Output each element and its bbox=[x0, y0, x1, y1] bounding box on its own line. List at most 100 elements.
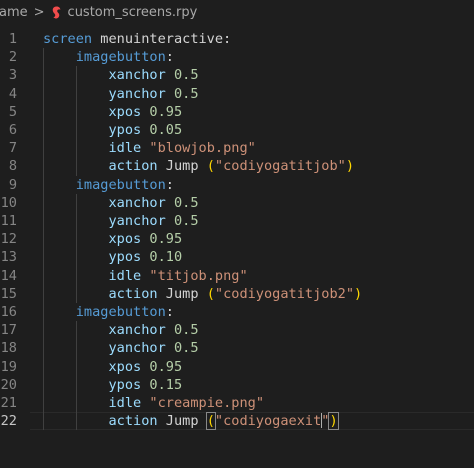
identifier-token: Jump bbox=[157, 413, 207, 430]
breadcrumb-folder[interactable]: ame bbox=[0, 5, 28, 20]
renpy-file-icon bbox=[51, 6, 62, 19]
code-line[interactable]: 12 xpos 0.95 bbox=[0, 230, 474, 249]
property-token: xpos bbox=[108, 231, 142, 248]
breadcrumb: ame > custom_screens.rpy bbox=[0, 0, 474, 24]
identifier-token bbox=[166, 67, 174, 83]
string-token: "titjob.png" bbox=[149, 267, 248, 284]
line-number: 15 bbox=[0, 285, 17, 302]
code-text: xpos 0.95 bbox=[43, 358, 182, 376]
bracket-token: ( bbox=[206, 158, 215, 175]
code-line[interactable]: 13 ypos 0.10 bbox=[0, 248, 474, 267]
indent-guide bbox=[75, 212, 77, 231]
code-line[interactable]: 7 idle "blowjob.png" bbox=[0, 139, 474, 158]
number-token: 0.95 bbox=[149, 358, 183, 375]
indent-guide bbox=[43, 303, 44, 322]
code-line[interactable]: 22 action Jump ("codiyogaexit") bbox=[0, 412, 474, 431]
property-token: yanchor bbox=[108, 213, 166, 229]
indent-guide bbox=[75, 394, 77, 413]
identifier-token bbox=[166, 213, 174, 229]
code-line[interactable]: 19 xpos 0.95 bbox=[0, 357, 474, 376]
property-token: xanchor bbox=[108, 67, 166, 84]
identifier-token: : bbox=[165, 176, 174, 193]
line-number: 9 bbox=[8, 176, 17, 193]
line-number: 6 bbox=[8, 122, 17, 138]
property-token: xanchor bbox=[108, 322, 166, 339]
code-line[interactable]: 5 xpos 0.95 bbox=[0, 102, 474, 121]
code-line[interactable]: 11 yanchor 0.5 bbox=[0, 212, 474, 231]
property-token: xanchor bbox=[108, 194, 166, 211]
indent-guide bbox=[43, 375, 44, 394]
line-number: 16 bbox=[0, 304, 17, 320]
code-text: yanchor 0.5 bbox=[43, 339, 198, 357]
property-token: xpos bbox=[108, 358, 142, 375]
code-line[interactable]: 20 ypos 0.15 bbox=[0, 375, 474, 394]
indent-guide bbox=[75, 375, 77, 394]
property-token: ypos bbox=[108, 122, 142, 138]
code-line[interactable]: 21 idle "creampie.png" bbox=[0, 394, 474, 413]
string-token: "blowjob.png" bbox=[149, 140, 256, 157]
line-number: 17 bbox=[0, 322, 17, 339]
number-token: 0.95 bbox=[149, 103, 183, 120]
number-token: 0.5 bbox=[173, 85, 199, 102]
property-token: action bbox=[108, 413, 158, 430]
property-token: ypos bbox=[108, 249, 142, 266]
indent-guide bbox=[75, 230, 77, 249]
indent-guide bbox=[43, 102, 44, 121]
code-line[interactable]: 6 ypos 0.05 bbox=[0, 121, 474, 140]
code-text: xanchor 0.5 bbox=[43, 321, 198, 339]
code-line[interactable]: 2 imagebutton: bbox=[0, 48, 474, 67]
line-number: 22 bbox=[0, 413, 17, 430]
identifier-token: Jump bbox=[157, 285, 207, 302]
code-line[interactable]: 18 yanchor 0.5 bbox=[0, 339, 474, 358]
code-line[interactable]: 1 screen menuinteractive: bbox=[0, 30, 474, 48]
code-line[interactable]: 10 xanchor 0.5 bbox=[0, 193, 474, 212]
indent-guide bbox=[43, 48, 44, 67]
code-text: xpos 0.95 bbox=[43, 230, 182, 248]
line-number: 18 bbox=[0, 340, 17, 357]
line-number: 12 bbox=[0, 231, 17, 248]
indent-guide bbox=[75, 266, 77, 285]
line-number: 4 bbox=[8, 85, 17, 102]
keyword-token: imagebutton bbox=[75, 49, 166, 66]
code-text: action Jump ("codiyogaexit") bbox=[43, 412, 339, 431]
identifier-token: : bbox=[165, 304, 174, 320]
code-line[interactable]: 15 action Jump ("codiyogatitjob2") bbox=[0, 284, 474, 303]
bracket-token: ( bbox=[206, 285, 215, 302]
keyword-token: screen bbox=[43, 31, 93, 47]
code-text: imagebutton: bbox=[43, 48, 174, 66]
line-number: 5 bbox=[8, 103, 17, 120]
code-text: ypos 0.05 bbox=[43, 121, 182, 139]
string-token: "codiyogatitjob" bbox=[214, 158, 346, 175]
code-line[interactable]: 17 xanchor 0.5 bbox=[0, 321, 474, 340]
code-line[interactable]: 3 xanchor 0.5 bbox=[0, 66, 474, 85]
bracket-token: ) bbox=[354, 285, 363, 302]
property-token: idle bbox=[108, 395, 142, 411]
number-token: 0.95 bbox=[149, 231, 183, 248]
line-number: 14 bbox=[0, 267, 17, 284]
editor-text-area[interactable]: 1 screen menuinteractive: 2 imagebutton: 3 … bbox=[0, 30, 474, 440]
line-number: 19 bbox=[0, 358, 17, 375]
code-line[interactable]: 4 yanchor 0.5 bbox=[0, 84, 474, 103]
identifier-token: Jump bbox=[157, 158, 207, 175]
line-number: 8 bbox=[8, 158, 17, 175]
breadcrumb-file[interactable]: custom_screens.rpy bbox=[68, 5, 198, 20]
line-number: 1 bbox=[8, 31, 17, 47]
code-line[interactable]: 9 imagebutton: bbox=[0, 175, 474, 194]
bracket-token: ) bbox=[345, 158, 355, 175]
indent-guide bbox=[43, 175, 44, 194]
indent-guide bbox=[43, 157, 44, 176]
indent-guide bbox=[75, 139, 77, 158]
line-number: 2 bbox=[8, 49, 17, 66]
indent-guide bbox=[75, 66, 77, 85]
identifier-token bbox=[166, 340, 174, 356]
identifier-token: menuinteractive: bbox=[92, 31, 232, 47]
code-text: ypos 0.10 bbox=[43, 248, 182, 266]
code-line[interactable]: 16 imagebutton: bbox=[0, 303, 474, 322]
code-line[interactable]: 14 idle "titjob.png" bbox=[0, 266, 474, 285]
code-text: yanchor 0.5 bbox=[43, 85, 199, 103]
code-line[interactable]: 8 action Jump ("codiyogatitjob") bbox=[0, 157, 474, 176]
property-token: xpos bbox=[108, 103, 142, 120]
code-text: screen menuinteractive: bbox=[43, 30, 231, 48]
